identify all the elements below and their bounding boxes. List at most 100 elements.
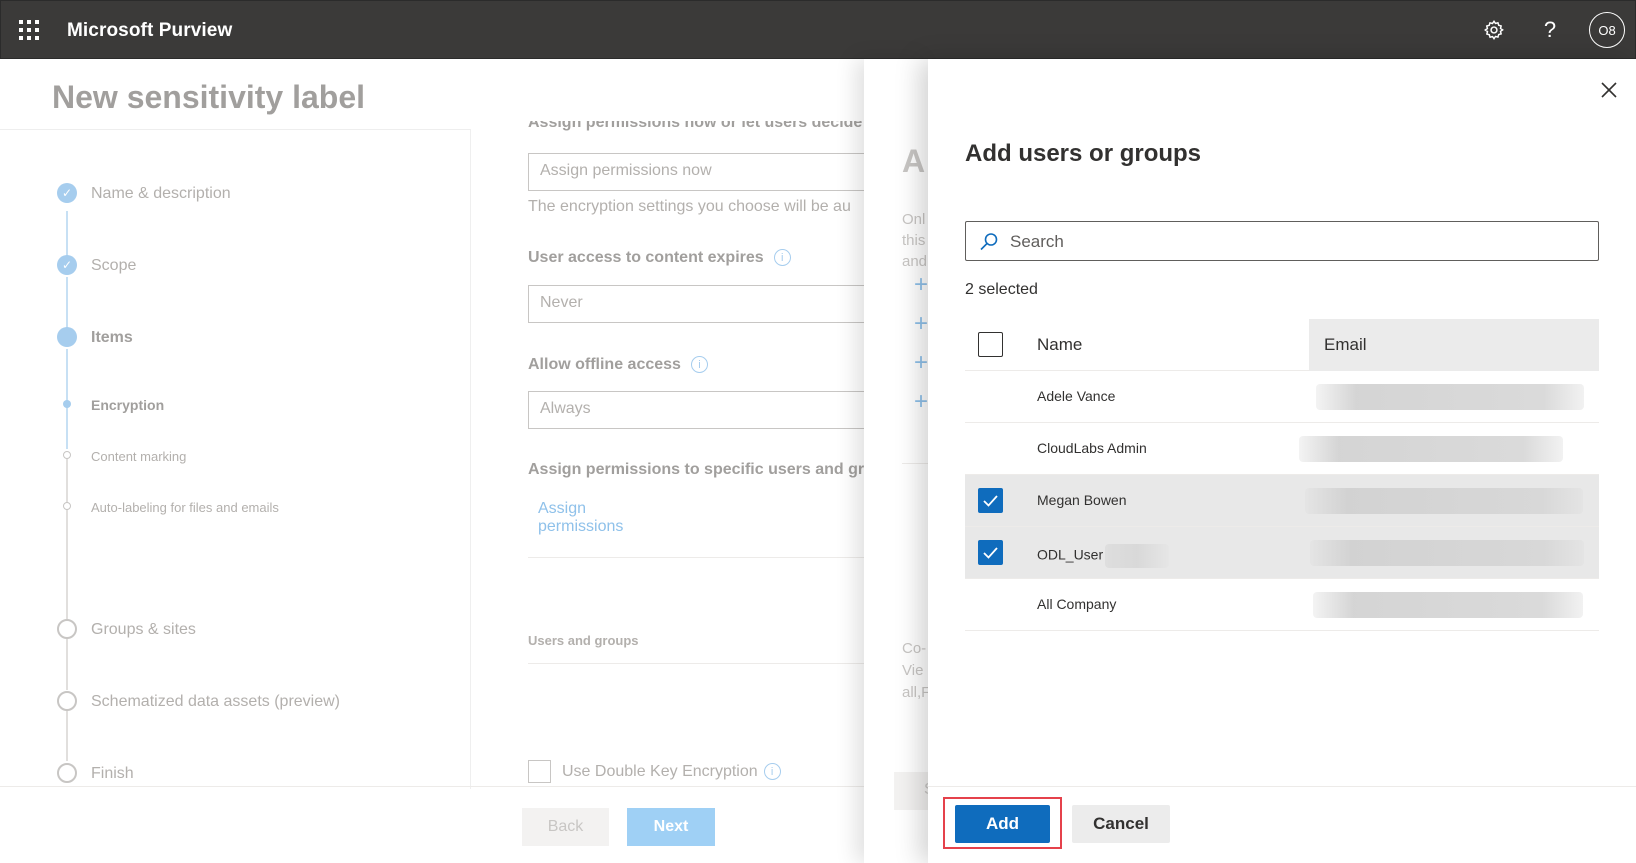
info-icon[interactable]: i	[773, 249, 791, 267]
redacted-email	[1310, 540, 1584, 566]
back-button[interactable]: Back	[522, 808, 609, 846]
panel-divider	[902, 463, 928, 464]
users-table: Name Email Adele Vance CloudLabs Admin M…	[965, 319, 1599, 631]
dialog-footer-divider	[928, 786, 1636, 787]
add-users-groups-dialog: Add users or groups Search 2 selected Na…	[928, 59, 1636, 863]
info-icon[interactable]: i	[763, 763, 781, 781]
double-key-label: Use Double Key Encryption i	[562, 763, 781, 781]
user-name-cell: ODL_User	[1037, 544, 1170, 568]
step-groups-sites[interactable]: Groups & sites	[91, 621, 196, 639]
offline-label: Allow offline access i	[528, 356, 708, 374]
info-icon[interactable]: i	[690, 356, 708, 374]
add-icon[interactable]: +	[914, 390, 928, 414]
email-column-header[interactable]: Email	[1324, 335, 1367, 355]
step-connector	[66, 452, 68, 619]
help-glyph: ?	[1543, 17, 1557, 42]
top-navigation-bar: Microsoft Purview ? O8	[0, 0, 1636, 59]
close-icon[interactable]	[1598, 79, 1620, 101]
step-name-description[interactable]: Name & description	[91, 185, 231, 203]
step-scope[interactable]: Scope	[91, 257, 136, 275]
table-header: Name Email	[965, 319, 1599, 371]
add-button[interactable]: Add	[955, 805, 1050, 843]
assign-permissions-panel: A Onl this and + + + + Co- Vie all,F S	[864, 59, 928, 863]
expires-label-text: User access to content expires	[528, 249, 764, 266]
checkmark-icon	[983, 495, 998, 507]
help-icon[interactable]: ?	[1537, 17, 1563, 43]
step-current-indicator	[57, 327, 77, 347]
step-connector	[66, 637, 68, 690]
panel-footer-text: Vie	[902, 662, 924, 679]
offline-label-text: Allow offline access	[528, 356, 681, 373]
redacted-email	[1299, 436, 1563, 462]
step-encryption[interactable]: Encryption	[91, 397, 164, 413]
table-row[interactable]: Adele Vance	[965, 371, 1599, 423]
step-pending-indicator	[57, 619, 77, 639]
selected-count: 2 selected	[965, 281, 1038, 298]
redacted-email	[1305, 488, 1583, 514]
specific-users-label: Assign permissions to specific users and…	[528, 461, 865, 478]
step-connector	[66, 277, 68, 330]
substep-indicator	[63, 502, 71, 510]
checkmark-icon	[983, 547, 998, 559]
redacted-email	[1316, 384, 1584, 410]
dialog-title: Add users or groups	[965, 140, 1202, 167]
cancel-button[interactable]: Cancel	[1072, 805, 1170, 843]
form-divider	[528, 557, 868, 558]
table-row[interactable]: ODL_User	[965, 527, 1599, 579]
assign-permissions-link[interactable]: Assign permissions	[538, 500, 623, 536]
panel-description: Onl	[902, 211, 926, 228]
search-input[interactable]: Search	[965, 221, 1599, 261]
app-launcher-icon[interactable]	[19, 20, 39, 40]
step-content-marking[interactable]: Content marking	[91, 449, 186, 464]
avatar-initials: O8	[1598, 22, 1616, 38]
expires-dropdown[interactable]: Never	[528, 285, 868, 323]
step-pending-indicator	[57, 763, 77, 783]
user-name: Adele Vance	[1037, 388, 1116, 404]
table-row[interactable]: CloudLabs Admin	[965, 423, 1599, 475]
user-name: CloudLabs Admin	[1037, 440, 1147, 456]
substep-indicator	[63, 451, 71, 459]
add-icon[interactable]: +	[914, 312, 928, 336]
panel-description: this	[902, 232, 926, 249]
panel-title: A	[902, 143, 926, 179]
next-button[interactable]: Next	[627, 808, 715, 846]
panel-description: and	[902, 253, 928, 270]
gear-icon[interactable]	[1481, 17, 1507, 43]
assign-mode-dropdown[interactable]: Assign permissions now	[528, 153, 868, 191]
step-connector	[66, 708, 68, 761]
step-done-check-icon: ✓	[57, 255, 77, 275]
step-done-check-icon: ✓	[57, 183, 77, 203]
name-column-header[interactable]: Name	[1037, 335, 1082, 355]
row-checkbox[interactable]	[978, 488, 1003, 513]
wizard-divider	[470, 129, 471, 789]
row-checkbox[interactable]	[978, 540, 1003, 565]
double-key-label-text: Use Double Key Encryption	[562, 763, 758, 780]
select-all-checkbox[interactable]	[978, 332, 1003, 357]
table-row[interactable]: All Company	[965, 579, 1599, 631]
step-schematized-data[interactable]: Schematized data assets (preview)	[91, 693, 340, 711]
expires-label: User access to content expires i	[528, 249, 791, 267]
offline-dropdown[interactable]: Always	[528, 391, 868, 429]
user-name: Megan Bowen	[1037, 492, 1127, 508]
title-divider	[0, 129, 470, 130]
add-icon[interactable]: +	[914, 273, 928, 297]
add-icon[interactable]: +	[914, 351, 928, 375]
step-finish[interactable]: Finish	[91, 765, 134, 783]
search-placeholder: Search	[1010, 232, 1064, 251]
users-groups-column-header: Users and groups	[528, 633, 639, 648]
assign-mode-heading: Assign permissions now or let users deci…	[528, 121, 863, 131]
search-icon	[978, 231, 1000, 253]
step-items[interactable]: Items	[91, 329, 133, 347]
step-connector	[66, 211, 68, 261]
user-name: ODL_User	[1037, 546, 1104, 563]
panel-save-button[interactable]: S	[894, 772, 928, 810]
substep-current-indicator	[63, 400, 71, 408]
double-key-checkbox[interactable]	[528, 760, 551, 783]
step-pending-indicator	[57, 691, 77, 711]
avatar[interactable]: O8	[1589, 12, 1625, 48]
table-row[interactable]: Megan Bowen	[965, 475, 1599, 527]
panel-footer-text: Co-	[902, 640, 927, 657]
encryption-note: The encryption settings you choose will …	[528, 198, 851, 215]
app-title[interactable]: Microsoft Purview	[67, 20, 232, 42]
step-auto-labeling[interactable]: Auto-labeling for files and emails	[91, 500, 279, 515]
